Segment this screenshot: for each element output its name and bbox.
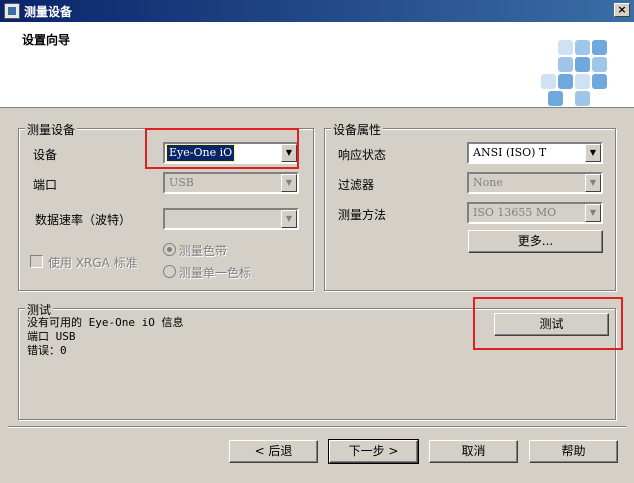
device-group-legend: 测量设备 bbox=[25, 121, 78, 138]
footer-separator bbox=[8, 426, 626, 428]
device-label: 设备 bbox=[33, 148, 58, 162]
more-button[interactable]: 更多... bbox=[468, 230, 603, 253]
back-button[interactable]: < 后退 bbox=[229, 440, 318, 463]
baud-label: 数据速率（波特） bbox=[35, 213, 132, 227]
test-info-line: 没有可用的 Eye-One iO 信息 bbox=[27, 316, 184, 329]
chevron-down-icon[interactable]: ▼ bbox=[585, 144, 601, 162]
measure-single-label: 测量单一色标 bbox=[179, 266, 252, 280]
method-label: 测量方法 bbox=[338, 208, 387, 222]
wizard-header: 设置向导 bbox=[0, 22, 634, 108]
next-button[interactable]: 下一步 > bbox=[328, 439, 419, 464]
filter-select-value: None bbox=[473, 176, 503, 189]
response-select[interactable]: ANSI (ISO) T ▼ bbox=[467, 142, 603, 164]
test-info-line: 错误：0 bbox=[27, 344, 67, 357]
baud-select[interactable]: ▼ bbox=[163, 208, 299, 230]
filter-label: 过滤器 bbox=[338, 178, 375, 192]
method-select-value: ISO 13655 MO bbox=[473, 206, 557, 219]
window-title: 测量设备 bbox=[24, 5, 73, 19]
port-select-value: USB bbox=[169, 176, 194, 189]
test-button-highlight bbox=[473, 297, 623, 350]
logo-icon bbox=[541, 40, 608, 110]
method-select[interactable]: ISO 13655 MO ▼ bbox=[467, 202, 603, 224]
help-button[interactable]: 帮助 bbox=[529, 440, 618, 463]
title-bar: 测量设备 × bbox=[0, 0, 634, 22]
page-title: 设置向导 bbox=[22, 33, 71, 47]
response-select-value: ANSI (ISO) T bbox=[473, 146, 547, 159]
device-highlight bbox=[145, 128, 299, 169]
chevron-down-icon[interactable]: ▼ bbox=[281, 210, 297, 228]
port-label: 端口 bbox=[33, 178, 58, 192]
test-info: 没有可用的 Eye-One iO 信息 端口 USB 错误：0 bbox=[27, 316, 183, 358]
chevron-down-icon[interactable]: ▼ bbox=[281, 174, 297, 192]
chevron-down-icon[interactable]: ▼ bbox=[585, 204, 601, 222]
chevron-down-icon[interactable]: ▼ bbox=[585, 174, 601, 192]
close-icon[interactable]: × bbox=[614, 3, 630, 17]
xrga-checkbox[interactable] bbox=[30, 255, 43, 268]
filter-select[interactable]: None ▼ bbox=[467, 172, 603, 194]
measure-single-radio[interactable] bbox=[163, 265, 176, 278]
app-icon bbox=[4, 3, 20, 19]
measure-strip-radio[interactable] bbox=[163, 243, 176, 256]
xrga-label: 使用 XRGA 标准 bbox=[48, 256, 138, 270]
baud-select-value bbox=[167, 211, 171, 227]
properties-group-legend: 设备属性 bbox=[331, 121, 384, 138]
test-info-line: 端口 USB bbox=[27, 330, 76, 343]
measure-strip-label: 测量色带 bbox=[179, 244, 228, 258]
cancel-button[interactable]: 取消 bbox=[429, 440, 518, 463]
response-label: 响应状态 bbox=[338, 148, 387, 162]
port-select[interactable]: USB ▼ bbox=[163, 172, 299, 194]
